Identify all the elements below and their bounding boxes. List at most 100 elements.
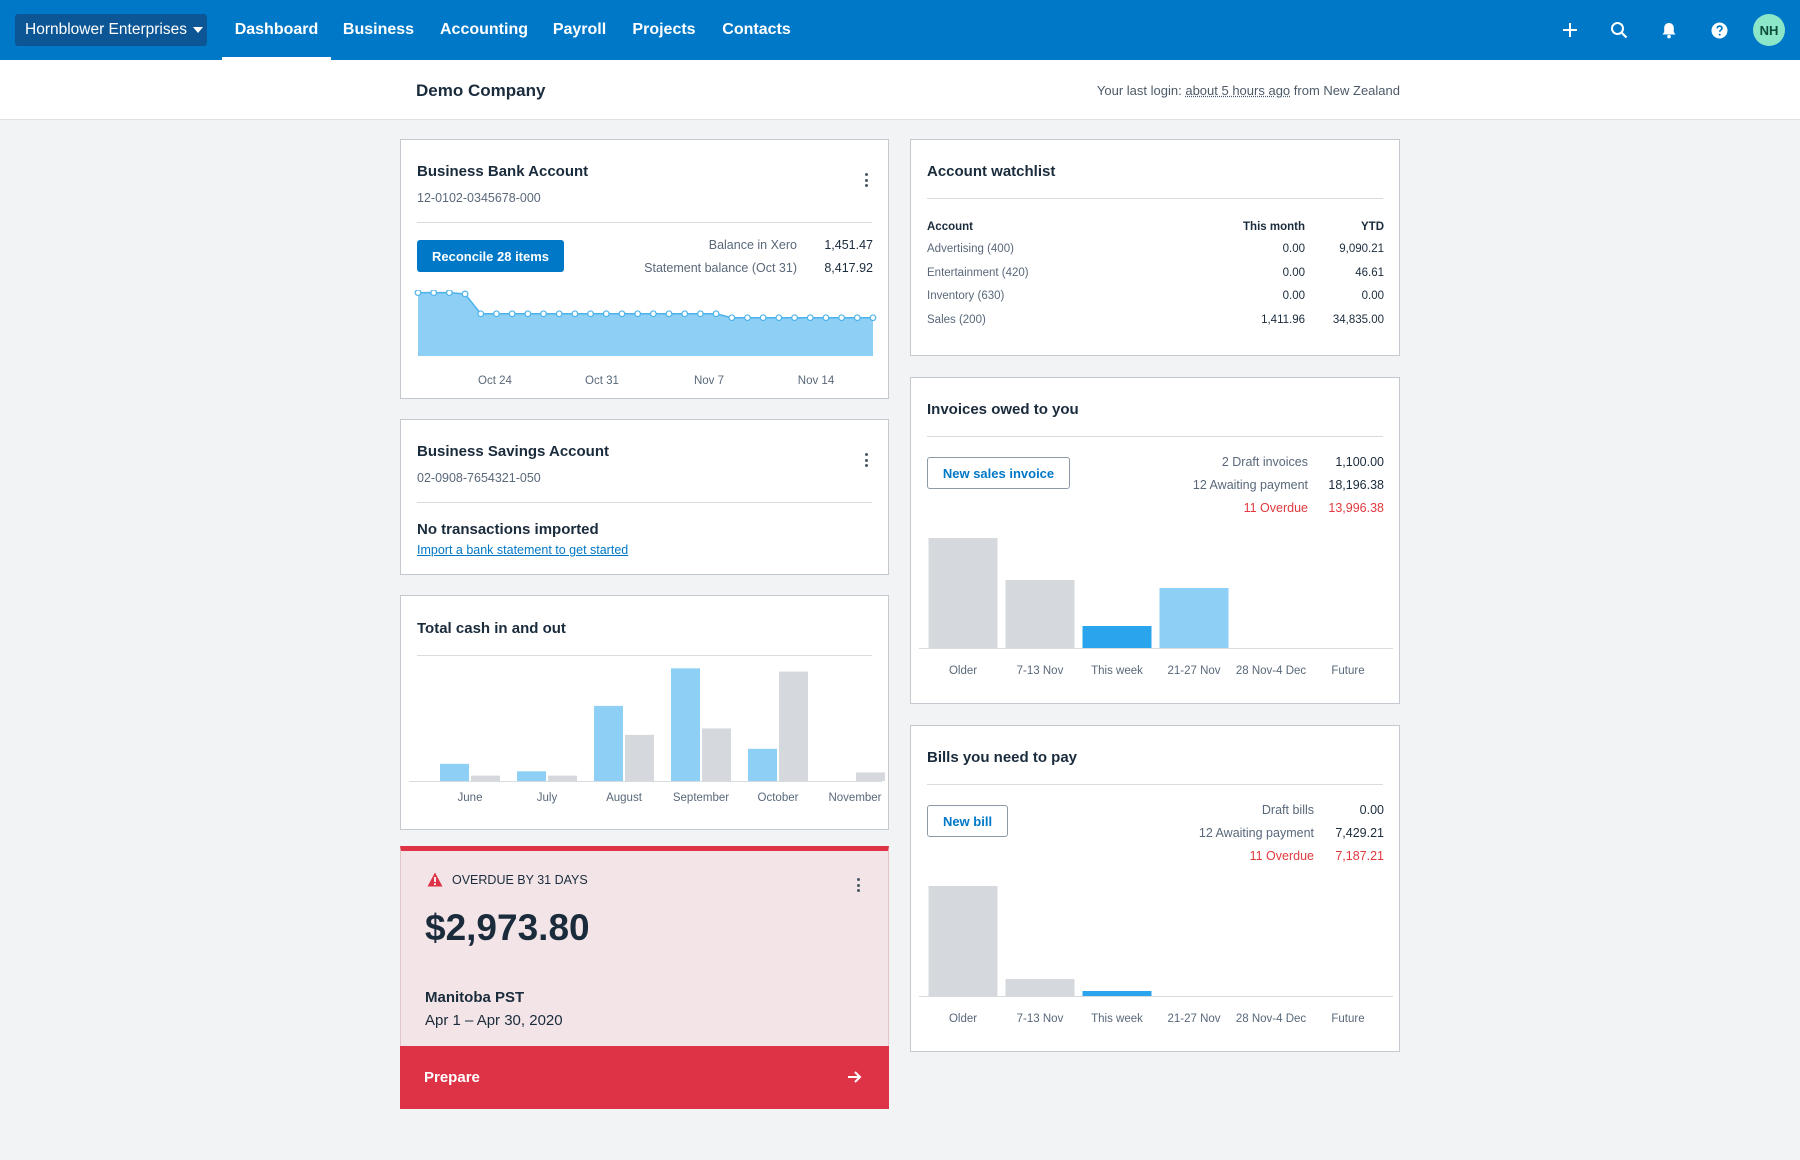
arrow-right-icon: [848, 1071, 862, 1083]
search-icon[interactable]: [1606, 17, 1632, 43]
bell-icon[interactable]: [1656, 17, 1682, 43]
x-tick-label: Nov 14: [797, 375, 835, 387]
bank-account-number: 12-0102-0345678-000: [417, 191, 541, 205]
watchlist-ytd: 34,835.00: [1332, 314, 1384, 326]
balance-point: [430, 290, 438, 297]
caret-down-icon: [192, 27, 203, 33]
balance-point: [838, 314, 846, 322]
balance-xero-label: Balance in Xero: [708, 238, 797, 252]
balance-point: [587, 310, 594, 318]
x-tick-label: 21-27 Nov: [1167, 1013, 1221, 1025]
x-tick-label: 7-13 Nov: [1016, 1013, 1064, 1025]
tax-name: Manitoba PST: [425, 989, 525, 1006]
x-tick-label: Older: [948, 1013, 978, 1025]
prepare-button[interactable]: Prepare: [400, 1046, 889, 1109]
plus-icon[interactable]: [1557, 17, 1583, 43]
cash-bar: [625, 734, 654, 781]
watchlist-account-link[interactable]: Sales (200): [927, 314, 986, 326]
x-tick-label: This week: [1091, 1013, 1143, 1025]
bills-stat-label[interactable]: 11 Overdue: [1250, 849, 1314, 863]
last-login-prefix: Your last login:: [1096, 83, 1182, 98]
last-login-time-link[interactable]: about 5 hours ago: [1185, 83, 1290, 98]
tab-projects[interactable]: Projects: [617, 0, 711, 60]
new-sales-invoice-button[interactable]: New sales invoice: [927, 457, 1070, 489]
balance-point: [728, 314, 736, 322]
account-watchlist-card: Account watchlist Account This month YTD…: [910, 139, 1400, 356]
divider: [927, 436, 1383, 437]
bills-chart: [919, 886, 1393, 997]
balance-point: [681, 310, 689, 318]
x-tick-label: 28 Nov-4 Dec: [1235, 665, 1307, 677]
no-transactions-title: No transactions imported: [417, 521, 599, 538]
watchlist-this-month: 0.00: [1282, 267, 1305, 279]
watchlist-account-link[interactable]: Inventory (630): [927, 290, 1004, 302]
bills-stat-label: 12 Awaiting payment: [1198, 826, 1314, 840]
watchlist-ytd: 0.00: [1361, 290, 1384, 302]
kebab-menu-icon[interactable]: [859, 450, 873, 470]
cash-in-out-title[interactable]: Total cash in and out: [417, 620, 566, 637]
col-header-account: Account: [927, 221, 973, 233]
kebab-menu-icon[interactable]: [851, 875, 865, 895]
bank-account-card: Business Bank Account 12-0102-0345678-00…: [400, 139, 889, 399]
bank-account-title[interactable]: Business Bank Account: [417, 163, 588, 180]
avatar[interactable]: NH: [1753, 14, 1785, 46]
bills-stat-label: Draft bills: [1261, 803, 1314, 817]
bills-title[interactable]: Bills you need to pay: [927, 749, 1077, 766]
tab-dashboard[interactable]: Dashboard: [222, 0, 331, 60]
watchlist-account-link[interactable]: Advertising (400): [927, 243, 1014, 255]
kebab-menu-icon[interactable]: [859, 170, 873, 190]
cash-bar: [779, 671, 808, 781]
savings-account-title[interactable]: Business Savings Account: [417, 443, 609, 460]
cash-bar: [671, 668, 700, 781]
bills-stat-value: 7,429.21: [1335, 826, 1384, 840]
new-bill-button[interactable]: New bill: [927, 805, 1008, 837]
cash-bar: [748, 748, 777, 781]
invoices-stat-value: 1,100.00: [1335, 455, 1384, 469]
tab-payroll[interactable]: Payroll: [542, 0, 617, 60]
balance-point: [618, 310, 626, 318]
balance-point: [822, 314, 830, 322]
watchlist-title[interactable]: Account watchlist: [927, 163, 1055, 180]
warning-icon: [427, 872, 443, 887]
x-tick-label: September: [672, 792, 730, 804]
org-name: Hornblower Enterprises: [25, 21, 187, 38]
invoices-owed-card: Invoices owed to you New sales invoice 2…: [910, 377, 1400, 704]
x-tick-label: 7-13 Nov: [1016, 665, 1064, 677]
aged-bar: [928, 538, 998, 648]
balance-area: [418, 292, 873, 356]
balance-point: [665, 310, 673, 318]
reconcile-button[interactable]: Reconcile 28 items: [417, 240, 564, 272]
tab-accounting[interactable]: Accounting: [426, 0, 542, 60]
balance-point: [806, 314, 814, 322]
help-icon[interactable]: [1706, 17, 1732, 43]
balance-point: [602, 310, 610, 318]
invoices-stat-label: 12 Awaiting payment: [1192, 478, 1308, 492]
savings-account-card: Business Savings Account 02-0908-7654321…: [400, 419, 889, 575]
x-tick-label: November: [828, 792, 882, 804]
invoices-stat-label[interactable]: 11 Overdue: [1244, 501, 1308, 515]
org-switcher-button[interactable]: Hornblower Enterprises: [15, 14, 207, 46]
aged-bar: [1082, 626, 1152, 648]
last-login: Your last login: about 5 hours ago from …: [1097, 83, 1400, 98]
balance-point: [775, 314, 783, 322]
balance-point: [853, 314, 861, 322]
cash-bar: [548, 775, 577, 781]
invoices-title[interactable]: Invoices owed to you: [927, 401, 1079, 418]
overdue-badge: OVERDUE BY 31 DAYS: [452, 873, 588, 887]
watchlist-ytd: 9,090.21: [1339, 243, 1384, 255]
watchlist-account-link[interactable]: Entertainment (420): [927, 267, 1029, 279]
aged-bar: [1082, 991, 1152, 996]
balance-point: [524, 310, 532, 318]
tab-contacts[interactable]: Contacts: [711, 0, 802, 60]
balance-xero-value: 1,451.47: [824, 238, 873, 252]
import-statement-link[interactable]: Import a bank statement to get started: [417, 543, 628, 557]
balance-point: [493, 310, 500, 318]
invoices-stat-label: 2 Draft invoices: [1221, 455, 1308, 469]
invoices-stat-value: 13,996.38: [1328, 501, 1384, 515]
x-tick-label: July: [536, 792, 558, 804]
col-header-this-month: This month: [1243, 221, 1305, 233]
x-tick-label: 28 Nov-4 Dec: [1235, 1013, 1307, 1025]
tab-business[interactable]: Business: [331, 0, 426, 60]
x-tick-label: October: [757, 792, 799, 804]
balance-point: [744, 314, 751, 322]
